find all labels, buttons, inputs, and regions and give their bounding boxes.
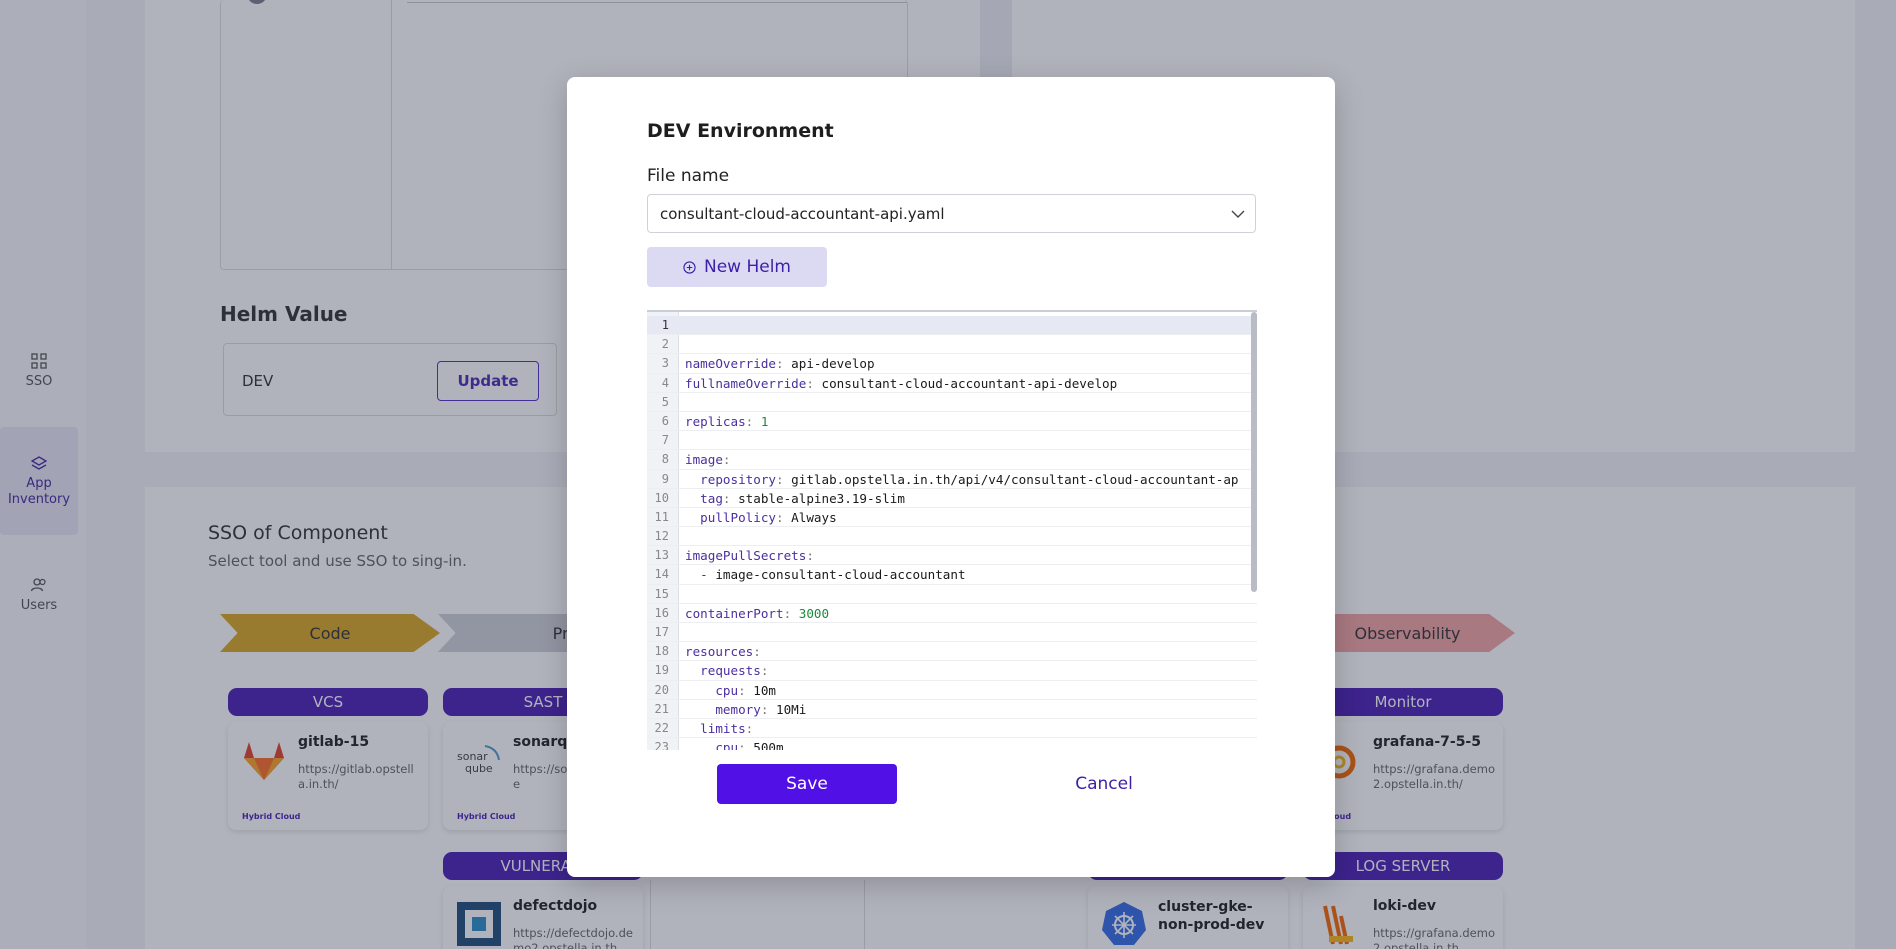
code-text: tag: stable-alpine3.19-slim <box>700 490 905 506</box>
code-text: replicas: 1 <box>685 413 769 429</box>
code-text: image: <box>685 452 731 468</box>
code-lines: 1 2 3 nameOverride: api-develop 4 fullnameOve… <box>647 316 1257 750</box>
line-number: 6 <box>661 413 669 428</box>
file-name-select[interactable]: consultant-cloud-accountant-api.yaml <box>647 194 1256 233</box>
code-line[interactable]: 1 <box>647 316 1257 336</box>
code-line[interactable]: 14 - image-consultant-cloud-accountant <box>647 565 1257 585</box>
line-number: 18 <box>654 644 669 659</box>
file-name-value: consultant-cloud-accountant-api.yaml <box>660 204 945 223</box>
code-line[interactable]: 3 nameOverride: api-develop <box>647 354 1257 374</box>
code-text: resources: <box>685 644 761 660</box>
code-text: containerPort: 3000 <box>685 605 830 621</box>
code-text: cpu: 500m <box>715 740 784 750</box>
code-line[interactable]: 11 pullPolicy: Always <box>647 508 1257 528</box>
line-number: 1 <box>661 318 669 332</box>
code-line[interactable]: 7 <box>647 431 1257 451</box>
code-line[interactable]: 20 cpu: 10m <box>647 681 1257 700</box>
code-text: cpu: 10m <box>715 682 777 698</box>
line-number: 11 <box>654 509 669 524</box>
new-helm-label: New Helm <box>703 257 791 277</box>
line-number: 19 <box>654 663 669 678</box>
code-text: memory: 10Mi <box>715 701 807 717</box>
plus-circle-icon <box>683 260 696 274</box>
line-number: 8 <box>661 452 669 467</box>
line-number: 7 <box>661 433 669 448</box>
code-line[interactable]: 10 tag: stable-alpine3.19-slim <box>647 489 1257 508</box>
code-text: imagePullSecrets: <box>685 548 814 564</box>
code-line[interactable]: 17 <box>647 623 1257 643</box>
modal-title: DEV Environment <box>647 120 834 142</box>
dev-environment-modal: DEV Environment File name consultant-clo… <box>567 77 1335 877</box>
file-name-label: File name <box>647 166 730 186</box>
code-text: pullPolicy: Always <box>700 509 837 525</box>
code-text: limits: <box>700 720 754 736</box>
line-number: 3 <box>661 356 669 371</box>
code-line[interactable]: 13 imagePullSecrets: <box>647 546 1257 566</box>
code-line[interactable]: 21 memory: 10Mi <box>647 700 1257 719</box>
line-number: 16 <box>654 605 669 620</box>
code-line[interactable]: 16 containerPort: 3000 <box>647 604 1257 623</box>
line-number: 4 <box>661 375 669 390</box>
line-number: 21 <box>654 701 669 716</box>
code-text: nameOverride: api-develop <box>685 356 875 372</box>
code-line[interactable]: 12 <box>647 527 1257 547</box>
line-number: 14 <box>654 567 669 582</box>
yaml-editor[interactable]: 1 2 3 nameOverride: api-develop 4 fullnameOve… <box>647 310 1257 750</box>
code-line[interactable]: 9 repository: gitlab.opstella.in.th/api/… <box>647 470 1257 489</box>
line-number: 2 <box>661 337 669 352</box>
code-line[interactable]: 15 <box>647 585 1257 604</box>
code-line[interactable]: 22 limits: <box>647 719 1257 739</box>
chevron-down-icon <box>1231 210 1245 218</box>
line-number: 22 <box>654 720 669 735</box>
line-number: 23 <box>654 740 669 750</box>
code-line[interactable]: 19 requests: <box>647 661 1257 681</box>
code-text: fullnameOverride: consultant-cloud-accou… <box>685 375 1118 391</box>
code-line[interactable]: 6 replicas: 1 <box>647 412 1257 432</box>
line-number: 13 <box>654 548 669 563</box>
code-text: requests: <box>700 663 769 679</box>
code-text: - image-consultant-cloud-accountant <box>700 567 966 583</box>
line-number: 15 <box>654 586 669 601</box>
cancel-button[interactable]: Cancel <box>1029 764 1179 804</box>
code-line[interactable]: 4 fullnameOverride: consultant-cloud-acco… <box>647 374 1257 393</box>
line-number: 20 <box>654 682 669 697</box>
code-line[interactable]: 8 image: <box>647 450 1257 470</box>
line-number: 12 <box>654 529 669 544</box>
code-line[interactable]: 23 cpu: 500m <box>647 738 1257 750</box>
code-line[interactable]: 5 <box>647 393 1257 412</box>
line-number: 10 <box>654 490 669 505</box>
save-button[interactable]: Save <box>717 764 897 804</box>
line-number: 9 <box>661 471 669 486</box>
editor-scrollbar[interactable] <box>1251 312 1257 592</box>
line-number: 5 <box>661 394 669 409</box>
line-number: 17 <box>654 625 669 639</box>
code-line[interactable]: 2 <box>647 335 1257 355</box>
code-line[interactable]: 18 resources: <box>647 642 1257 662</box>
code-text: repository: gitlab.opstella.in.th/api/v4… <box>700 471 1239 487</box>
new-helm-button[interactable]: New Helm <box>647 247 827 287</box>
